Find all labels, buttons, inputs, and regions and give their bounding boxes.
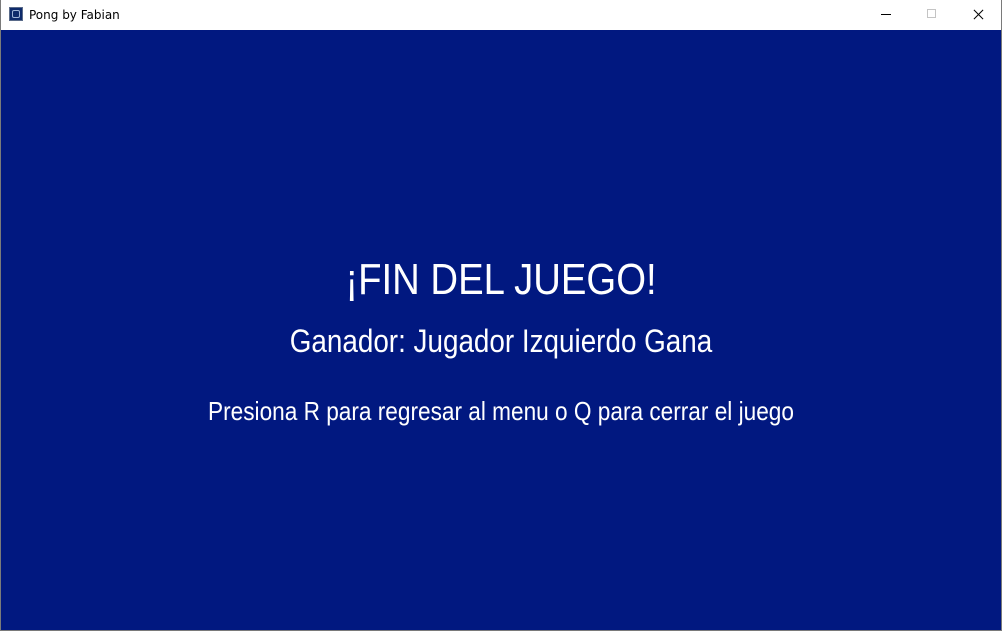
instructions-text: Presiona R para regresar al menu o Q par… [208, 396, 794, 426]
app-window: Pong by Fabian ¡FIN DEL JUEGO! Ganador: … [0, 0, 1002, 631]
close-button[interactable] [955, 0, 1001, 30]
winner-text: Ganador: Jugador Izquierdo Gana [289, 323, 713, 359]
app-icon [9, 7, 23, 21]
minimize-button[interactable] [863, 0, 909, 30]
game-over-title: ¡FIN DEL JUEGO! [345, 255, 657, 304]
window-title: Pong by Fabian [29, 8, 120, 22]
maximize-button[interactable] [909, 0, 955, 30]
title-bar[interactable]: Pong by Fabian [1, 0, 1001, 30]
game-canvas[interactable]: ¡FIN DEL JUEGO! Ganador: Jugador Izquier… [1, 30, 1001, 630]
